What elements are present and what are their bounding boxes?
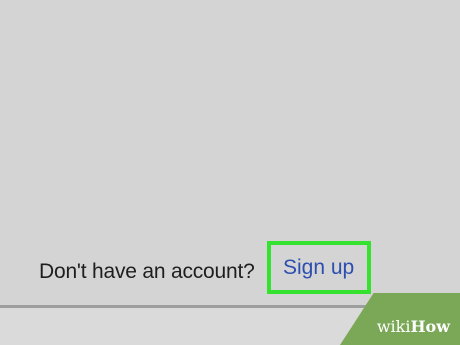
- login-page-bottom: Don't have an account? Sign up wiki How: [0, 0, 460, 345]
- signup-prompt-row: Don't have an account?: [39, 256, 255, 288]
- no-account-prompt: Don't have an account?: [39, 260, 255, 283]
- watermark-wiki: wiki: [376, 317, 411, 336]
- sign-up-link[interactable]: Sign up: [267, 241, 371, 294]
- wikihow-watermark: wiki How: [340, 293, 460, 345]
- watermark-how: How: [410, 317, 450, 336]
